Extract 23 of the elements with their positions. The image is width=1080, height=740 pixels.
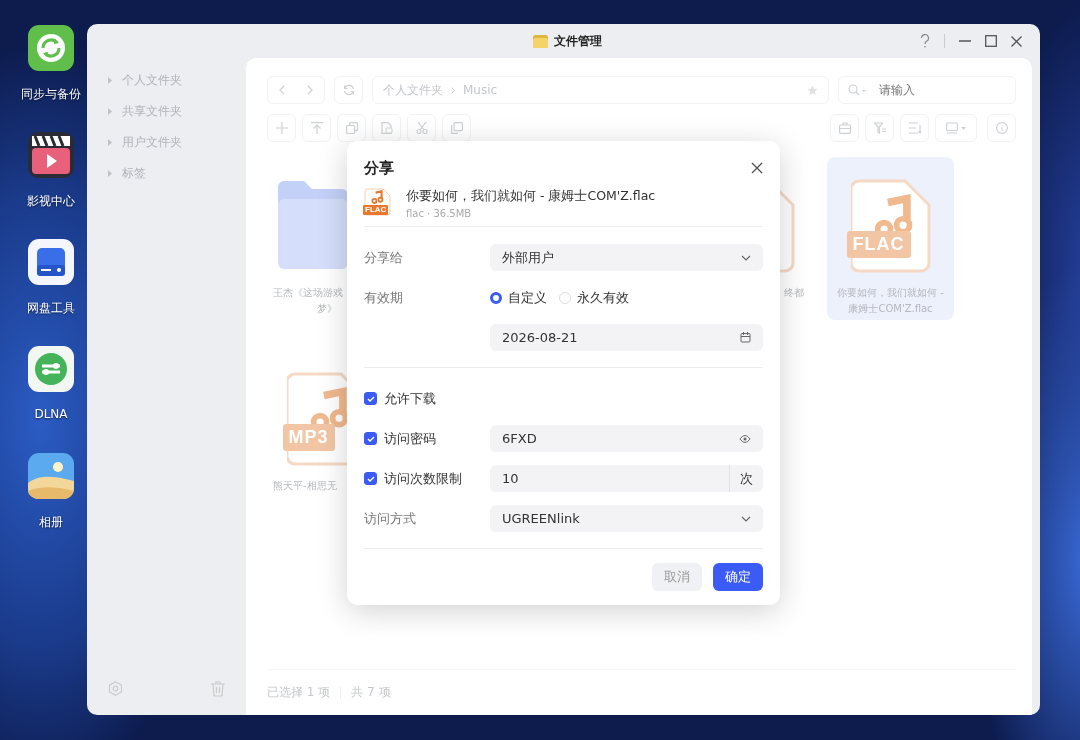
app-label: 影视中心 — [27, 193, 75, 210]
file-name: 王杰《这场游戏 — [273, 286, 343, 300]
app-label: 同步与备份 — [21, 86, 81, 103]
checkbox-label: 访问次数限制 — [384, 469, 462, 488]
window-title: 文件管理 — [554, 33, 602, 50]
file-meta: flac · 36.5MB — [406, 208, 473, 219]
file-type-badge: FLAC — [846, 231, 911, 258]
file-name: 你要如何，我们就如何 - 康姆士COM'Z.flac — [406, 188, 656, 203]
file-name: 梦》 — [316, 302, 337, 316]
checkbox-label: 允许下载 — [384, 389, 436, 408]
app-label: 相册 — [39, 514, 63, 531]
app-label: DLNA — [34, 407, 68, 421]
file-type-badge: FLAC — [363, 205, 389, 215]
file-type-badge: MP3 — [282, 424, 335, 451]
app-label: 网盘工具 — [27, 300, 75, 317]
checkbox-label: 访问密码 — [384, 429, 436, 448]
total-count: 共 7 项 — [351, 684, 391, 701]
field-label: 有效期 — [364, 288, 404, 307]
field-label: 访问方式 — [364, 509, 417, 528]
dialog-title: 分享 — [364, 158, 394, 178]
field-label: 分享给 — [364, 248, 404, 267]
file-name: 终都 — [784, 286, 804, 300]
file-name: 熊天平-相思无 — [273, 479, 337, 493]
